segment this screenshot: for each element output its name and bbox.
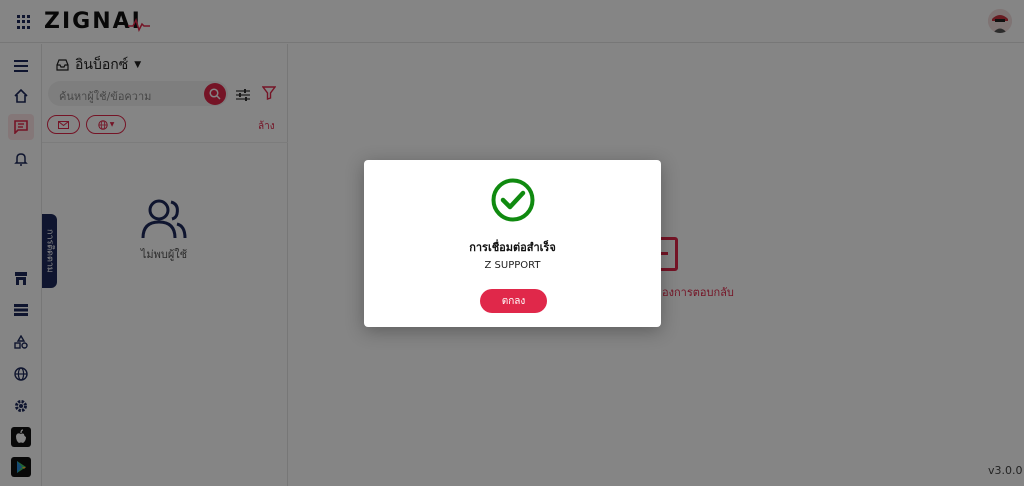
dialog-title: การเชื่อมต่อสำเร็จ — [469, 241, 556, 254]
dialog-subtitle: Z SUPPORT — [484, 260, 541, 271]
success-dialog: การเชื่อมต่อสำเร็จ Z SUPPORT ตกลง — [364, 160, 661, 327]
check-circle-icon — [491, 178, 535, 222]
ok-button[interactable]: ตกลง — [480, 289, 547, 313]
